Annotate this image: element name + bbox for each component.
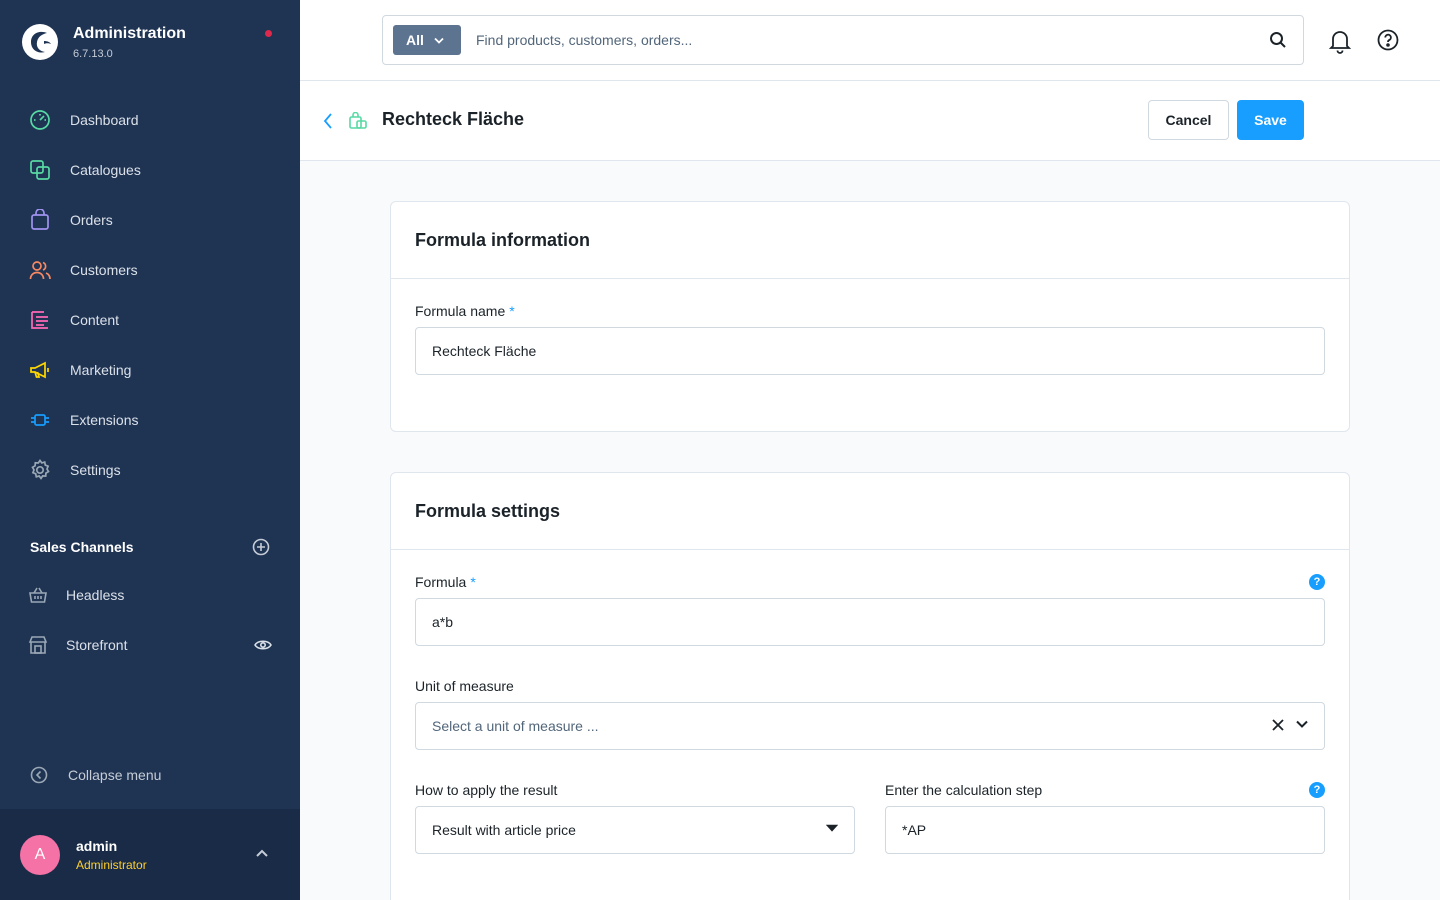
sales-channel-label: Storefront <box>66 637 128 653</box>
sidebar-item-label: Settings <box>70 462 121 478</box>
required-mark: * <box>470 574 476 590</box>
app-version: 6.7.13.0 <box>73 47 113 60</box>
formula-input[interactable]: a*b <box>415 598 1325 646</box>
sales-channel-storefront[interactable]: Storefront <box>0 620 300 670</box>
top-bar: All <box>300 0 1440 81</box>
calculation-step-input[interactable]: *AP <box>885 806 1325 854</box>
orders-icon <box>28 208 52 232</box>
global-search: All <box>382 15 1304 65</box>
unit-of-measure-placeholder: Select a unit of measure ... <box>432 718 599 734</box>
sidebar-item-label: Extensions <box>70 412 139 428</box>
add-sales-channel-icon[interactable] <box>252 538 270 556</box>
calculation-step-help-icon[interactable]: ? <box>1309 782 1325 798</box>
sidebar-item-label: Marketing <box>70 362 132 378</box>
storefront-icon <box>28 636 48 654</box>
eye-icon[interactable] <box>254 637 272 653</box>
formula-label-text: Formula <box>415 574 467 590</box>
module-icon <box>349 112 367 129</box>
search-icon[interactable] <box>1269 31 1287 49</box>
calculation-step-label: Enter the calculation step <box>885 782 1043 798</box>
cancel-button[interactable]: Cancel <box>1148 100 1229 140</box>
marketing-icon <box>28 358 52 382</box>
extensions-icon <box>28 408 52 432</box>
settings-icon <box>28 458 52 482</box>
sidebar-item-settings[interactable]: Settings <box>0 445 300 495</box>
sales-channel-label: Headless <box>66 587 125 603</box>
main-nav: Dashboard Catalogues Orders Customers Co… <box>0 95 300 495</box>
clear-icon[interactable] <box>1272 719 1284 731</box>
chevron-left-icon[interactable] <box>322 112 334 130</box>
bell-icon[interactable] <box>1328 28 1352 54</box>
chevron-down-icon <box>434 37 444 44</box>
brand[interactable]: Administration 6.7.13.0 <box>22 24 186 60</box>
sidebar-item-label: Content <box>70 312 120 328</box>
sales-channels-title: Sales Channels <box>30 539 134 555</box>
smart-bar: Rechteck Fläche Cancel Save <box>300 81 1440 161</box>
chevron-left-circle-icon <box>30 766 48 784</box>
user-name: admin <box>76 837 118 854</box>
sidebar-item-label: Catalogues <box>70 162 141 178</box>
caret-down-icon <box>826 824 838 832</box>
unit-of-measure-label: Unit of measure <box>415 678 514 694</box>
avatar: A <box>20 834 60 875</box>
formula-name-label: Formula name * <box>415 303 515 319</box>
sales-channels-list: Headless Storefront <box>0 570 300 670</box>
sidebar-item-label: Customers <box>70 262 138 278</box>
dashboard-icon <box>28 108 52 132</box>
content-icon <box>28 308 52 332</box>
formula-value: a*b <box>432 614 454 630</box>
page-title: Rechteck Fläche <box>382 109 525 129</box>
card-title: Formula settings <box>415 500 561 521</box>
basket-icon <box>29 587 47 603</box>
chevron-up-icon[interactable] <box>256 849 268 857</box>
customers-icon <box>28 258 52 282</box>
unit-of-measure-select[interactable]: Select a unit of measure ... <box>415 702 1325 750</box>
sales-channel-headless[interactable]: Headless <box>0 570 300 620</box>
catalogue-icon <box>28 158 52 182</box>
sidebar-item-extensions[interactable]: Extensions <box>0 395 300 445</box>
chevron-down-icon <box>1296 720 1308 728</box>
sidebar-item-dashboard[interactable]: Dashboard <box>0 95 300 145</box>
search-input[interactable] <box>476 26 1236 54</box>
sidebar-item-label: Orders <box>70 212 113 228</box>
formula-settings-card: Formula settings Formula * ? a*b Unit of … <box>390 472 1350 900</box>
app-title: Administration <box>73 24 186 42</box>
help-icon[interactable] <box>1377 29 1399 51</box>
formula-help-icon[interactable]: ? <box>1309 574 1325 590</box>
calculation-step-value: *AP <box>902 822 927 838</box>
formula-label: Formula * <box>415 574 476 590</box>
sidebar-item-content[interactable]: Content <box>0 295 300 345</box>
user-role: Administrator <box>76 857 147 872</box>
user-profile[interactable]: A admin Administrator <box>0 809 300 900</box>
formula-information-card: Formula information Formula name * Rechte… <box>390 201 1350 432</box>
sidebar-item-catalogues[interactable]: Catalogues <box>0 145 300 195</box>
card-title: Formula information <box>415 229 590 250</box>
admin-sidebar: Administration 6.7.13.0 Dashboard Catalo… <box>0 0 300 900</box>
formula-name-input[interactable]: Rechteck Fläche <box>415 327 1325 375</box>
required-mark: * <box>509 303 515 319</box>
sales-channels-header: Sales Channels <box>30 538 270 556</box>
search-type-dropdown[interactable]: All <box>393 25 461 55</box>
collapse-menu-button[interactable]: Collapse menu <box>30 766 161 784</box>
apply-result-value: Result with article price <box>432 822 576 838</box>
sidebar-item-orders[interactable]: Orders <box>0 195 300 245</box>
sidebar-item-marketing[interactable]: Marketing <box>0 345 300 395</box>
apply-result-label: How to apply the result <box>415 782 558 798</box>
shopware-logo-icon <box>22 24 58 60</box>
sidebar-item-customers[interactable]: Customers <box>0 245 300 295</box>
collapse-menu-label: Collapse menu <box>68 767 162 783</box>
apply-result-select[interactable]: Result with article price <box>415 806 855 854</box>
sidebar-item-label: Dashboard <box>70 112 139 128</box>
formula-name-label-text: Formula name <box>415 303 506 319</box>
notification-dot <box>265 30 272 37</box>
formula-name-value: Rechteck Fläche <box>432 343 537 359</box>
search-type-label: All <box>406 32 424 48</box>
save-button[interactable]: Save <box>1237 100 1304 140</box>
